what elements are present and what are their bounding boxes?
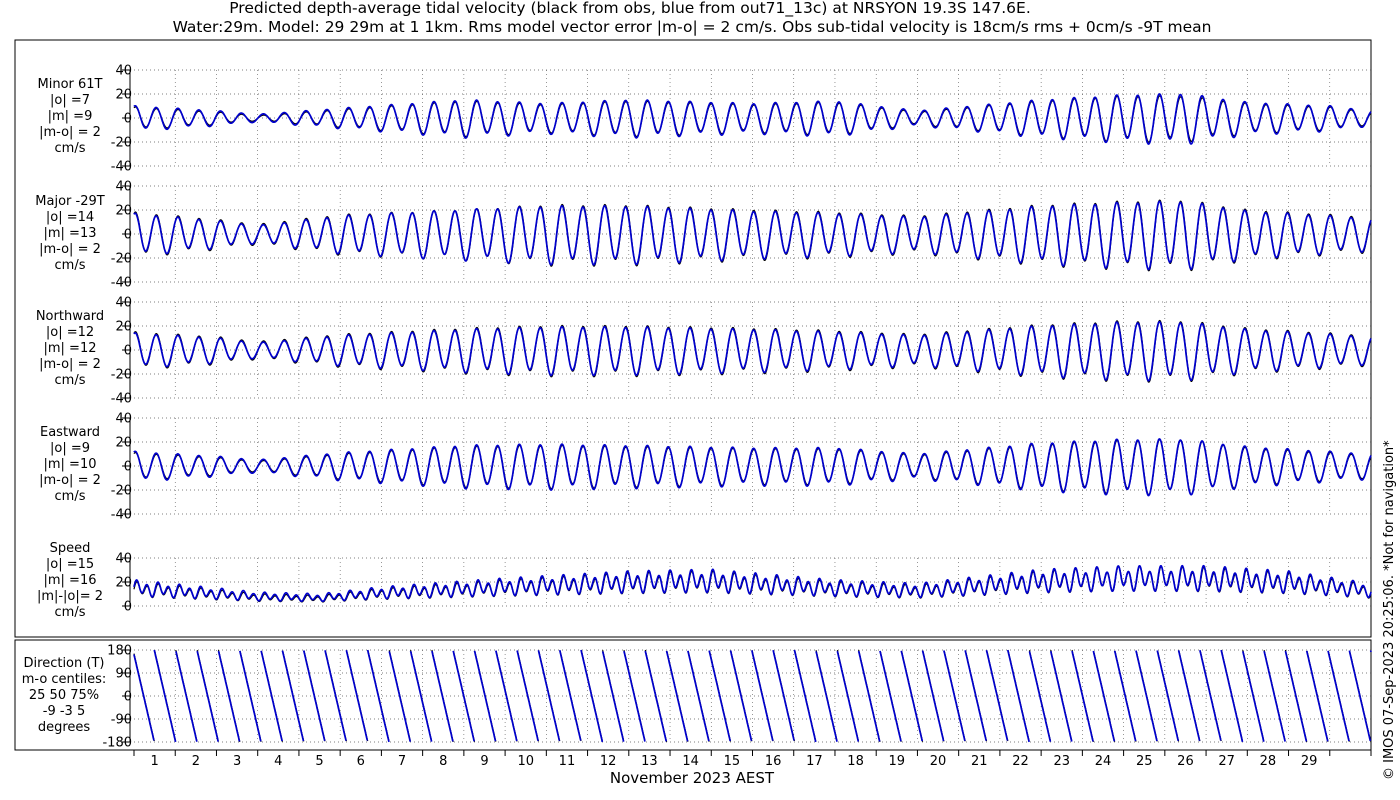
x-tick-label: 23 (1053, 754, 1070, 769)
panel-label-line: |m| =16 (44, 573, 97, 588)
panel-speed: 02040Speed|o| =15|m| =16|m|-|o|= 2cm/s (37, 541, 1372, 620)
x-tick-label: 1 (150, 754, 158, 769)
panel-label-line: |o| =7 (50, 93, 90, 108)
x-tick-label: 5 (315, 754, 323, 769)
x-axis: 1 2 3 4 5 6 7 8 9 10 11 12 13 14 15 16 17 18 19 20 21 22 23 24 2… (133, 750, 1372, 769)
y-tick-label: 180 (107, 644, 132, 659)
x-tick-label: 25 (1136, 754, 1153, 769)
x-tick-label: 14 (682, 754, 699, 769)
series-line-model (133, 564, 1372, 603)
panel-northward: -40-2002040Northward|o| =12|m| =12|m-o| … (36, 296, 1372, 407)
x-tick-label: 6 (357, 754, 365, 769)
x-tick-label: 2 (192, 754, 200, 769)
x-tick-label: 12 (600, 754, 617, 769)
panel-label-line: Minor 61T (38, 77, 103, 92)
panel-label-line: Major -29T (35, 194, 104, 209)
panel-label-line: |o| =14 (46, 210, 94, 225)
x-tick-label: 8 (439, 754, 447, 769)
y-tick-label: 0 (124, 344, 132, 359)
x-tick-label: 10 (517, 754, 534, 769)
panel-label-line: Northward (36, 309, 104, 324)
y-tick-label: -90 (111, 713, 132, 728)
y-tick-label: 0 (124, 460, 132, 475)
y-tick-label: 0 (124, 228, 132, 243)
y-tick-label: 0 (124, 600, 132, 615)
panel-label-line: Direction (T) (24, 656, 105, 671)
credit-text: © IMOS 07-Sep-2023 20:25:06. *Not for na… (1382, 440, 1397, 780)
panel-label-line: cm/s (55, 605, 86, 620)
x-tick-label: 9 (480, 754, 488, 769)
y-tick-label: -20 (111, 368, 132, 383)
panel-label-line: |m| =10 (44, 457, 97, 472)
panel-label-line: 25 50 75% (29, 688, 99, 703)
series-line-model (133, 320, 1372, 382)
panel-label-line: |m-o| = 2 (39, 357, 101, 372)
series-line-model (133, 649, 1372, 743)
panel-label-line: Speed (50, 541, 91, 556)
x-tick-label: 20 (930, 754, 947, 769)
x-tick-label: 11 (559, 754, 576, 769)
x-tick-label: 19 (889, 754, 906, 769)
y-tick-label: -40 (111, 392, 132, 407)
panel-label-line: |m-o| = 2 (39, 242, 101, 257)
panel-label-line: degrees (38, 720, 91, 735)
x-tick-label: 29 (1301, 754, 1318, 769)
panel-label-line: |o| =9 (50, 441, 90, 456)
x-tick-label: 18 (847, 754, 864, 769)
panel-minor: -40-2002040Minor 61T|o| =7|m| =9|m-o| = … (38, 64, 1372, 175)
panel-label-line: |o| =12 (46, 325, 94, 340)
panel-label-line: m-o centiles: (22, 672, 107, 687)
x-tick-label: 22 (1012, 754, 1029, 769)
panel-label-line: |m|-|o|= 2 (37, 589, 103, 604)
chart-title-line-2: Water:29m. Model: 29 29m at 1 1km. Rms m… (173, 18, 1212, 36)
panel-label-line: cm/s (55, 141, 86, 156)
y-tick-label: -20 (111, 136, 132, 151)
y-tick-label: 0 (124, 690, 132, 705)
tidal-velocity-figure: Predicted depth-average tidal velocity (… (14, 0, 1397, 787)
panel-label-line: cm/s (55, 489, 86, 504)
x-tick-label: 21 (971, 754, 988, 769)
x-tick-label: 16 (765, 754, 782, 769)
panel-label-line: |m| =12 (44, 341, 97, 356)
panel-label-line: Eastward (40, 425, 100, 440)
y-tick-label: -40 (111, 276, 132, 291)
x-tick-label: 13 (641, 754, 658, 769)
x-tick-label: 28 (1260, 754, 1277, 769)
series-line-obs (133, 649, 1372, 743)
panels-group: -40-2002040Minor 61T|o| =7|m| =9|m-o| = … (22, 64, 1372, 751)
x-tick-label: 3 (233, 754, 241, 769)
panel-label-line: |m| =13 (44, 226, 97, 241)
panel-label-line: |m-o| = 2 (39, 125, 101, 140)
x-tick-label: 15 (724, 754, 741, 769)
panel-label-line: |o| =15 (46, 557, 94, 572)
panel-direction: -180-90090180Direction (T)m-o centiles:2… (22, 644, 1372, 751)
panel-label-line: cm/s (55, 373, 86, 388)
x-tick-label: 24 (1095, 754, 1112, 769)
x-tick-label: 27 (1218, 754, 1235, 769)
series-line-model (133, 438, 1372, 497)
y-tick-label: -40 (111, 160, 132, 175)
panel-label-line: |m-o| = 2 (39, 473, 101, 488)
x-tick-label: 17 (806, 754, 823, 769)
y-tick-label: -20 (111, 484, 132, 499)
x-tick-label: 4 (274, 754, 282, 769)
panel-label-line: |m| =9 (48, 109, 93, 124)
series-line-model (133, 200, 1372, 271)
panel-label-line: -9 -3 5 (43, 704, 85, 719)
chart-title-line-1: Predicted depth-average tidal velocity (… (229, 0, 1031, 18)
y-tick-label: -180 (102, 736, 132, 751)
panel-label-line: cm/s (55, 258, 86, 273)
y-tick-label: -20 (111, 252, 132, 267)
x-axis-label: November 2023 AEST (610, 769, 775, 787)
panel-eastward: -40-2002040Eastward|o| =9|m| =10|m-o| = … (39, 412, 1372, 523)
x-tick-label: 26 (1177, 754, 1194, 769)
panel-major: -40-2002040Major -29T|o| =14|m| =13|m-o|… (35, 180, 1372, 291)
y-tick-label: -40 (111, 508, 132, 523)
y-tick-label: 0 (124, 112, 132, 127)
x-tick-label: 7 (398, 754, 406, 769)
